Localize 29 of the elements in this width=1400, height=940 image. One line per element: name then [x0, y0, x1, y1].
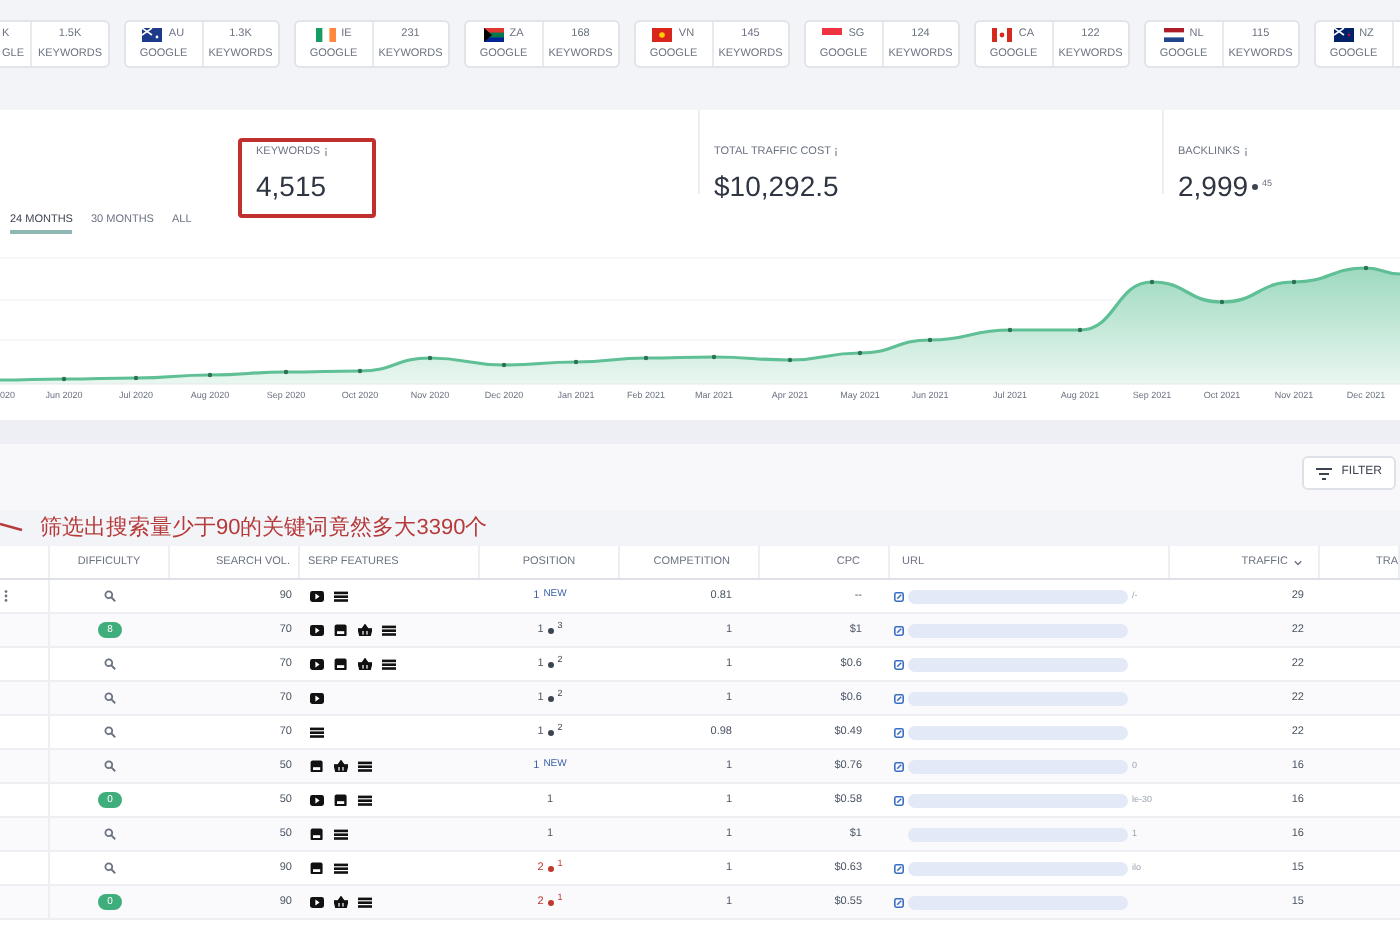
link-icon[interactable]	[894, 693, 904, 703]
flag-icon	[483, 27, 504, 42]
flag-icon	[992, 27, 1013, 42]
link-icon[interactable]	[894, 625, 904, 635]
search-icon[interactable]	[104, 760, 116, 772]
stat-value: $10,292.5	[714, 168, 839, 207]
search-icon[interactable]	[104, 726, 116, 738]
stat-value: 4,515	[256, 168, 327, 207]
search-icon[interactable]	[104, 828, 116, 840]
link-icon[interactable]	[894, 727, 904, 737]
search-icon[interactable]	[104, 590, 116, 602]
search-icon[interactable]	[104, 658, 116, 670]
flag-icon	[142, 27, 163, 42]
annotation-text: 筛选出搜索量少于90的关键词竟然多大3390个	[40, 513, 488, 544]
link-icon[interactable]	[894, 863, 904, 873]
filter-icon	[1315, 467, 1332, 479]
sort-caret-icon[interactable]	[1294, 559, 1302, 565]
link-icon[interactable]	[894, 761, 904, 771]
link-icon[interactable]	[894, 897, 904, 907]
link-icon[interactable]	[894, 591, 904, 601]
flag-icon	[315, 27, 336, 42]
search-icon[interactable]	[104, 692, 116, 704]
flag-icon	[1333, 27, 1354, 42]
flag-icon	[1163, 27, 1184, 42]
search-icon[interactable]	[104, 862, 116, 874]
link-icon[interactable]	[894, 659, 904, 669]
flag-icon	[652, 27, 673, 42]
stat-value: 2,999	[1178, 168, 1249, 207]
link-icon[interactable]	[894, 795, 904, 805]
